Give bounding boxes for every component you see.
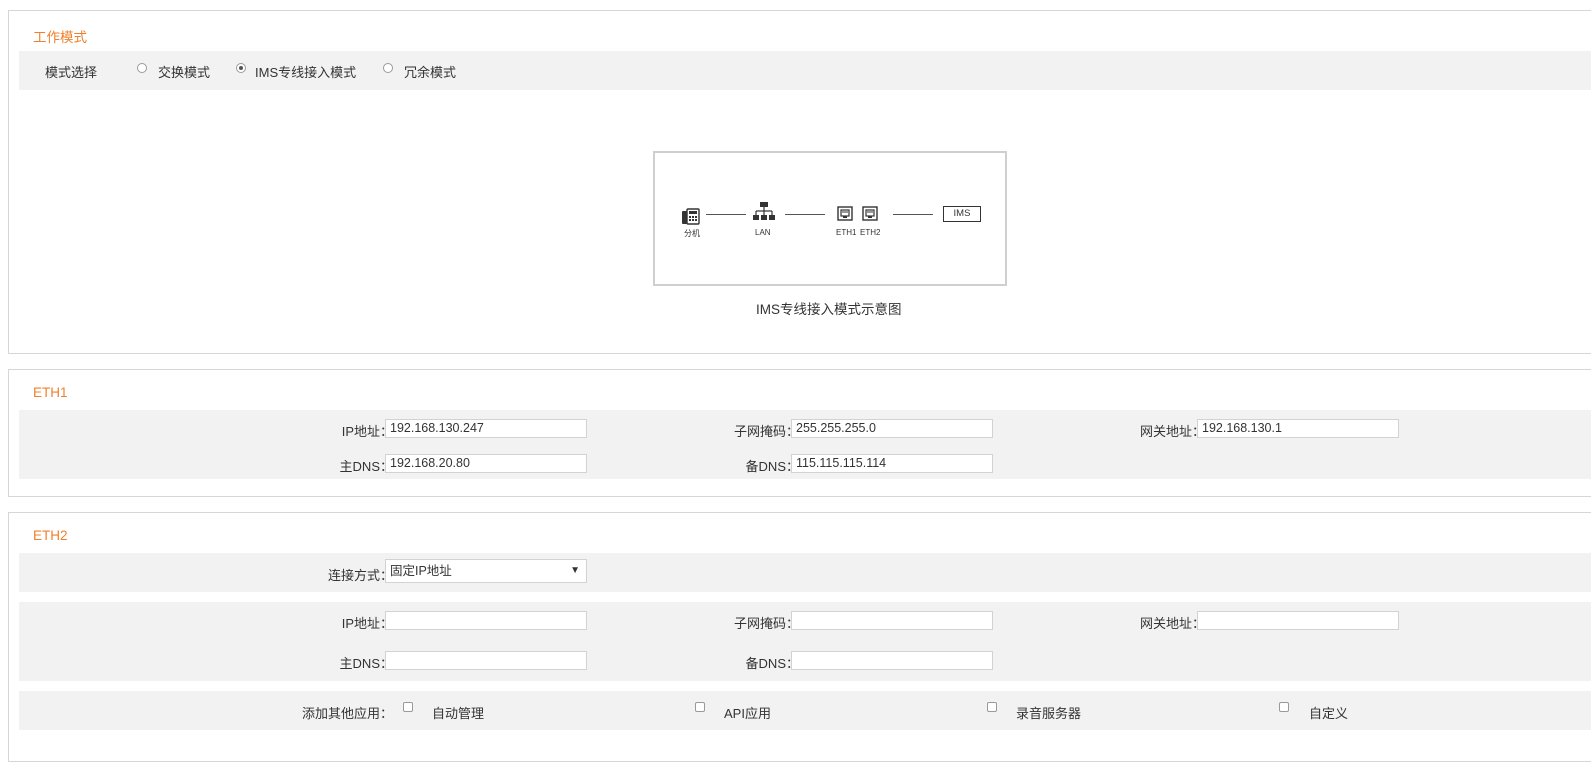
link-line (706, 214, 746, 215)
radio-switch-mode-label[interactable]: 交换模式 (158, 62, 210, 81)
ims-node: IMS (943, 206, 981, 222)
radio-redundant-mode[interactable] (383, 63, 393, 73)
work-mode-title: 工作模式 (33, 30, 87, 45)
eth2-mask-input[interactable] (791, 611, 993, 630)
eth1-ip-input[interactable]: 192.168.130.247 (385, 419, 587, 438)
ethernet-port-icon (862, 206, 878, 221)
eth2-gateway-input[interactable] (1197, 611, 1399, 630)
eth2-connection-label: 连接方式： (327, 568, 393, 583)
checkbox-auto-manage[interactable] (403, 702, 413, 712)
extension-caption: 分机 (684, 229, 700, 238)
mode-select-row: 模式选择 交换模式 IMS专线接入模式 冗余模式 (19, 51, 1591, 90)
checkbox-custom-label[interactable]: 自定义 (1309, 703, 1348, 722)
eth1-panel: ETH1 IP地址： 192.168.130.247 子网掩码： 255.255… (8, 369, 1591, 497)
eth2-gateway-label: 网关地址： (1139, 616, 1205, 631)
checkbox-recording-server-label[interactable]: 录音服务器 (1016, 703, 1081, 722)
radio-ims-mode[interactable] (236, 63, 246, 73)
link-line (785, 214, 825, 215)
ethernet-port-icon (837, 206, 853, 221)
diagram-caption: IMS专线接入模式示意图 (756, 302, 902, 317)
eth2-connection-row: 连接方式： 固定IP地址 ▼ (19, 553, 1591, 592)
eth2-panel: ETH2 连接方式： 固定IP地址 ▼ IP地址： 子网掩码： 网关地址： 主D… (8, 512, 1591, 762)
radio-ims-mode-label[interactable]: IMS专线接入模式 (255, 62, 356, 81)
checkbox-auto-manage-label[interactable]: 自动管理 (432, 703, 484, 722)
eth2-dns1-input[interactable] (385, 651, 587, 670)
radio-redundant-mode-label[interactable]: 冗余模式 (404, 62, 456, 81)
phone-icon (682, 208, 700, 225)
eth1-caption: ETH1 (836, 228, 857, 237)
eth2-apps-row: 添加其他应用： 自动管理 API应用 录音服务器 自定义 (19, 691, 1591, 730)
checkbox-recording-server[interactable] (987, 702, 997, 712)
eth1-mask-input[interactable]: 255.255.255.0 (791, 419, 993, 438)
eth2-mask-label: 子网掩码： (733, 616, 799, 631)
lan-caption: LAN (755, 228, 771, 237)
apps-label: 添加其他应用： (301, 706, 393, 721)
chevron-down-icon: ▼ (570, 565, 580, 576)
eth1-mask-label: 子网掩码： (733, 424, 799, 439)
checkbox-api-app-label[interactable]: API应用 (724, 703, 771, 722)
eth2-dns2-input[interactable] (791, 651, 993, 670)
ims-mode-diagram: 分机 LAN ETH1 ETH2 IMS (653, 151, 1007, 286)
eth2-connection-value: 固定IP地址 (390, 564, 452, 578)
radio-switch-mode[interactable] (137, 63, 147, 73)
eth1-fields-row: IP地址： 192.168.130.247 子网掩码： 255.255.255.… (19, 410, 1591, 479)
eth2-ip-input[interactable] (385, 611, 587, 630)
eth1-gateway-label: 网关地址： (1139, 424, 1205, 439)
eth1-title: ETH1 (33, 385, 68, 400)
eth2-connection-select[interactable]: 固定IP地址 ▼ (385, 559, 587, 583)
eth2-title: ETH2 (33, 528, 68, 543)
mode-select-label: 模式选择 (45, 65, 98, 80)
checkbox-custom[interactable] (1279, 702, 1289, 712)
eth2-fields-row: IP地址： 子网掩码： 网关地址： 主DNS： 备DNS： (19, 602, 1591, 681)
link-line (893, 214, 933, 215)
eth2-caption: ETH2 (860, 228, 881, 237)
eth1-dns2-input[interactable]: 115.115.115.114 (791, 454, 993, 473)
eth1-dns1-input[interactable]: 192.168.20.80 (385, 454, 587, 473)
network-switch-icon (753, 202, 775, 220)
eth1-gateway-input[interactable]: 192.168.130.1 (1197, 419, 1399, 438)
checkbox-api-app[interactable] (695, 702, 705, 712)
